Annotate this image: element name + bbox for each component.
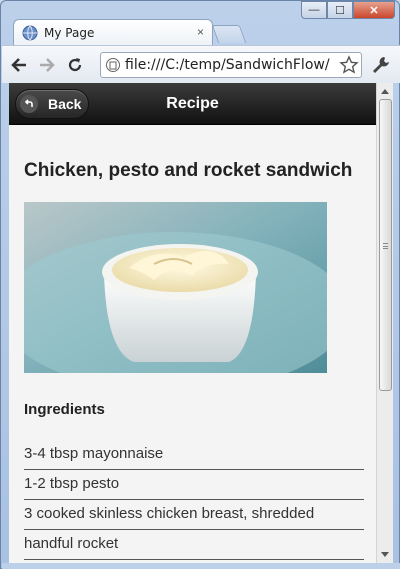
close-window-button[interactable]: ✕ bbox=[353, 1, 395, 19]
grip-icon bbox=[383, 243, 388, 249]
wrench-icon[interactable] bbox=[370, 54, 392, 76]
globe-icon bbox=[22, 25, 38, 40]
scroll-down-arrow-icon[interactable] bbox=[381, 552, 389, 557]
window-controls: — ☐ ✕ bbox=[301, 1, 395, 19]
tab-strip: My Page × — ☐ ✕ bbox=[1, 1, 400, 45]
window-bottom-edge bbox=[2, 563, 400, 569]
ingredient-item: 3 cooked skinless chicken breast, shredd… bbox=[24, 500, 364, 530]
forward-arrow-icon[interactable] bbox=[36, 54, 58, 76]
page-icon bbox=[106, 58, 120, 72]
maximize-button[interactable]: ☐ bbox=[327, 1, 353, 19]
bookmark-star-icon[interactable] bbox=[339, 55, 359, 75]
header-title: Recipe bbox=[166, 95, 219, 112]
browser-window: My Page × — ☐ ✕ file:///C:/temp/Sandwich… bbox=[0, 0, 400, 569]
address-bar-url: file:///C:/temp/SandwichFlow/ bbox=[125, 57, 330, 73]
tab-close-icon[interactable]: × bbox=[197, 25, 204, 39]
ingredient-item: 1-2 tbsp pesto bbox=[24, 470, 364, 500]
address-bar[interactable]: file:///C:/temp/SandwichFlow/ bbox=[100, 52, 362, 78]
recipe-content: Chicken, pesto and rocket sandwich Ingre… bbox=[24, 125, 364, 560]
vertical-scrollbar[interactable] bbox=[376, 83, 393, 563]
recipe-title: Chicken, pesto and rocket sandwich bbox=[24, 160, 353, 181]
tab-title: My Page bbox=[44, 25, 95, 40]
scrollbar-thumb[interactable] bbox=[379, 99, 392, 391]
ingredients-list: 3-4 tbsp mayonnaise 1-2 tbsp pesto 3 coo… bbox=[24, 440, 364, 560]
browser-toolbar: file:///C:/temp/SandwichFlow/ bbox=[2, 45, 400, 83]
recipe-photo bbox=[24, 202, 327, 373]
reload-icon[interactable] bbox=[64, 54, 86, 76]
ingredients-heading: Ingredients bbox=[24, 401, 105, 418]
ingredient-item: handful rocket bbox=[24, 530, 364, 560]
ingredient-item: 3-4 tbsp mayonnaise bbox=[24, 440, 364, 470]
scroll-up-arrow-icon[interactable] bbox=[381, 89, 389, 94]
browser-tab[interactable]: My Page × bbox=[13, 19, 213, 45]
new-tab-button[interactable] bbox=[211, 25, 247, 43]
minimize-button[interactable]: — bbox=[301, 1, 327, 19]
page-viewport: Back Recipe Chicken, pesto and rocket sa… bbox=[9, 83, 376, 563]
back-arrow-icon[interactable] bbox=[8, 54, 30, 76]
page-header: Back Recipe bbox=[9, 83, 376, 125]
